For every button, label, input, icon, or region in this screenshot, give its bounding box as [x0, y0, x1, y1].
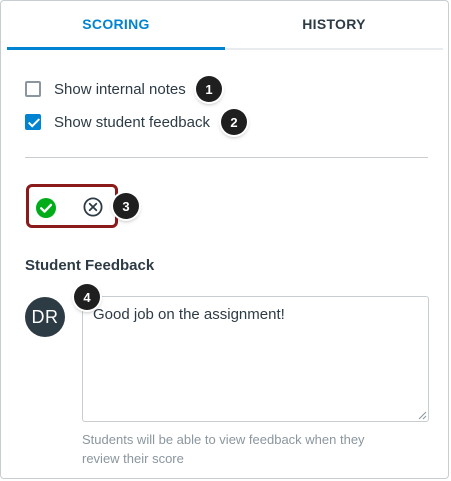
- student-feedback-heading: Student Feedback: [25, 257, 155, 274]
- student-feedback-label: Show student feedback: [54, 113, 210, 131]
- check-circle-icon[interactable]: [36, 198, 56, 218]
- avatar: DR: [25, 297, 65, 337]
- student-feedback-checkbox[interactable]: [25, 114, 41, 130]
- internal-notes-option[interactable]: Show internal notes: [25, 79, 186, 99]
- divider: [25, 157, 428, 158]
- callout-badge-2: 2: [221, 109, 247, 135]
- internal-notes-label: Show internal notes: [54, 80, 186, 98]
- x-circle-icon[interactable]: [83, 197, 103, 217]
- tab-history[interactable]: HISTORY: [225, 0, 443, 48]
- callout-badge-4: 4: [74, 284, 100, 310]
- feedback-textarea[interactable]: Good job on the assignment!: [82, 296, 429, 422]
- internal-notes-checkbox[interactable]: [25, 81, 41, 97]
- tab-scoring[interactable]: SCORING: [7, 0, 225, 50]
- tab-bar: SCORING HISTORY: [7, 0, 443, 50]
- resize-handle-icon[interactable]: [417, 410, 427, 420]
- callout-badge-1: 1: [196, 76, 222, 102]
- callout-badge-3: 3: [113, 193, 139, 219]
- student-feedback-option[interactable]: Show student feedback: [25, 112, 210, 132]
- feedback-hint: Students will be able to view feedback w…: [82, 432, 365, 466]
